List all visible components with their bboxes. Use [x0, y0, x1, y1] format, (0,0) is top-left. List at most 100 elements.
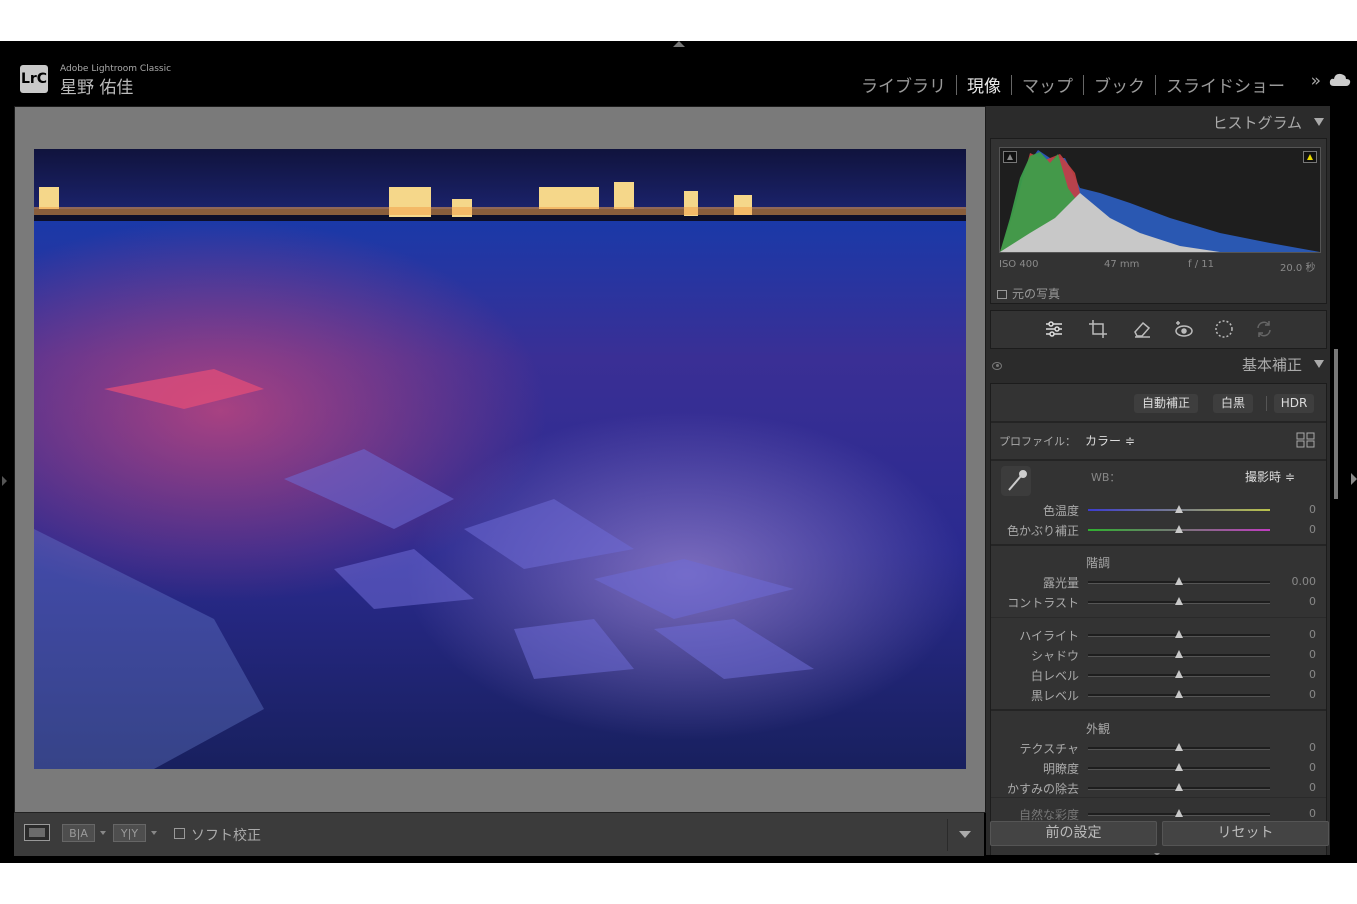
histogram-header[interactable]: ヒストグラム — [986, 106, 1330, 136]
shadow-clipping-icon[interactable] — [1003, 151, 1017, 163]
divider — [991, 797, 1326, 798]
sync-icon[interactable] — [1253, 319, 1275, 341]
iso-value: ISO 400 — [999, 259, 1039, 270]
cloud-icon[interactable] — [1329, 71, 1351, 87]
temp-label: 色温度 — [1042, 504, 1079, 518]
crop-icon[interactable] — [1087, 319, 1109, 341]
histogram-collapse-icon[interactable] — [1314, 118, 1324, 126]
yy-caret-icon[interactable] — [151, 831, 157, 835]
toolbar-divider — [947, 819, 948, 851]
bw-button[interactable]: 白黒 — [1213, 394, 1253, 413]
histogram-panel: ISO 400 47 mm f / 11 20.0 秒 元の写真 — [990, 138, 1327, 304]
eye-icon[interactable] — [992, 362, 1002, 370]
profile-browser-icon[interactable] — [1296, 432, 1316, 448]
module-develop[interactable]: 現像 — [957, 72, 1011, 97]
contrast-slider-thumb[interactable] — [1175, 597, 1183, 605]
wb-select[interactable]: 撮影時 ≑ — [1245, 468, 1295, 485]
hdr-button[interactable]: HDR — [1274, 394, 1314, 413]
shadows-value[interactable]: 0 — [1276, 648, 1316, 661]
shutter-speed: 20.0 秒 — [1280, 263, 1316, 274]
whites-label: 白レベル — [1030, 669, 1079, 683]
loupe-view-button[interactable] — [24, 824, 50, 841]
previous-settings-button[interactable]: 前の設定 — [990, 821, 1157, 846]
before-after-caret-icon[interactable] — [100, 831, 106, 835]
tone-section-title: 階調 — [1085, 556, 1110, 570]
dehaze-label: かすみの除去 — [1006, 782, 1079, 796]
histogram-title: ヒストグラム — [1212, 114, 1302, 132]
module-book[interactable]: ブック — [1084, 72, 1155, 97]
chip-separator — [1266, 396, 1267, 411]
clarity-label: 明瞭度 — [1042, 762, 1079, 776]
blacks-slider-thumb[interactable] — [1175, 690, 1183, 698]
shadows-slider-thumb[interactable] — [1175, 650, 1183, 658]
module-map[interactable]: マップ — [1012, 72, 1083, 97]
identity-plate: 星野 佑佳 — [60, 78, 134, 98]
original-photo-checkbox[interactable] — [997, 290, 1007, 299]
clarity-slider-thumb[interactable] — [1175, 763, 1183, 771]
photo-image — [34, 149, 966, 769]
dehaze-slider-thumb[interactable] — [1175, 783, 1183, 791]
before-after-button[interactable]: B|A — [62, 824, 95, 842]
auto-button[interactable]: 自動補正 — [1134, 394, 1198, 413]
clarity-value[interactable]: 0 — [1276, 761, 1316, 774]
whites-slider-thumb[interactable] — [1175, 670, 1183, 678]
exposure-value[interactable]: 0.00 — [1276, 575, 1317, 588]
contrast-value[interactable]: 0 — [1276, 595, 1316, 608]
basic-panel-title: 基本補正 — [1241, 356, 1302, 374]
dehaze-value[interactable]: 0 — [1276, 781, 1316, 794]
mask-icon[interactable] — [1213, 319, 1235, 341]
soft-proof-label: ソフト校正 — [191, 828, 261, 844]
profile-label: プロファイル： — [999, 435, 1076, 448]
eraser-icon[interactable] — [1131, 319, 1153, 341]
basic-panel-header[interactable]: 基本補正 — [986, 351, 1330, 381]
wb-eyedropper-icon[interactable] — [1001, 466, 1031, 496]
vibrance-value[interactable]: 0 — [1276, 807, 1316, 820]
lrc-logo: LrC — [20, 65, 48, 93]
basic-panel: 自動補正 白黒 HDR プロファイル： カラー ≑ WB： 撮影時 ≑ 色温度 … — [990, 383, 1327, 855]
presence-section-title: 外観 — [1085, 722, 1110, 736]
divider — [991, 421, 1326, 423]
original-photo-label: 元の写真 — [1012, 287, 1061, 301]
sliders-icon[interactable] — [1043, 319, 1065, 341]
soft-proof-checkbox[interactable] — [174, 828, 185, 839]
contrast-label: コントラスト — [1007, 596, 1079, 610]
toolbar-menu-icon[interactable] — [959, 831, 971, 838]
collapse-top-panel-icon[interactable] — [673, 41, 685, 47]
module-library[interactable]: ライブラリ — [851, 72, 956, 97]
double-chevron-right-icon[interactable]: » — [1311, 71, 1321, 91]
before-after-yy-button[interactable]: Y|Y — [113, 824, 146, 842]
temp-value[interactable]: 0 — [1276, 503, 1316, 516]
highlights-slider-thumb[interactable] — [1175, 630, 1183, 638]
vibrance-slider-thumb[interactable] — [1175, 809, 1183, 817]
lightroom-window: LrC Adobe Lightroom Classic 星野 佑佳 ライブラリ … — [0, 41, 1357, 863]
highlights-value[interactable]: 0 — [1276, 628, 1316, 641]
aperture-value: f / 11 — [1188, 259, 1214, 270]
expand-left-panel-icon[interactable] — [2, 476, 7, 486]
highlight-clipping-icon[interactable] — [1303, 151, 1317, 163]
photo-preview[interactable] — [34, 149, 966, 769]
blacks-label: 黒レベル — [1030, 689, 1079, 703]
scroll-down-icon[interactable] — [1154, 853, 1160, 855]
module-slideshow[interactable]: スライドショー — [1156, 72, 1295, 97]
temp-slider-thumb[interactable] — [1175, 505, 1183, 513]
tint-value[interactable]: 0 — [1276, 523, 1316, 536]
exposure-slider-thumb[interactable] — [1175, 577, 1183, 585]
blacks-value[interactable]: 0 — [1276, 688, 1316, 701]
texture-value[interactable]: 0 — [1276, 741, 1316, 754]
exposure-label: 露光量 — [1042, 576, 1079, 590]
divider — [991, 459, 1326, 461]
histogram-plot[interactable] — [999, 147, 1321, 253]
basic-collapse-icon[interactable] — [1314, 360, 1324, 368]
tint-slider-thumb[interactable] — [1175, 525, 1183, 533]
texture-slider-thumb[interactable] — [1175, 743, 1183, 751]
reset-button[interactable]: リセット — [1162, 821, 1329, 846]
profile-select[interactable]: カラー ≑ — [1085, 432, 1135, 449]
image-canvas[interactable] — [14, 106, 986, 813]
panel-scrollbar[interactable] — [1334, 349, 1338, 499]
wb-label: WB： — [1091, 471, 1121, 484]
red-eye-icon[interactable] — [1173, 319, 1195, 341]
collapse-right-panel-icon[interactable] — [1351, 473, 1357, 485]
whites-value[interactable]: 0 — [1276, 668, 1316, 681]
original-photo-toggle[interactable]: 元の写真 — [997, 285, 1060, 302]
highlights-label: ハイライト — [1019, 629, 1079, 643]
